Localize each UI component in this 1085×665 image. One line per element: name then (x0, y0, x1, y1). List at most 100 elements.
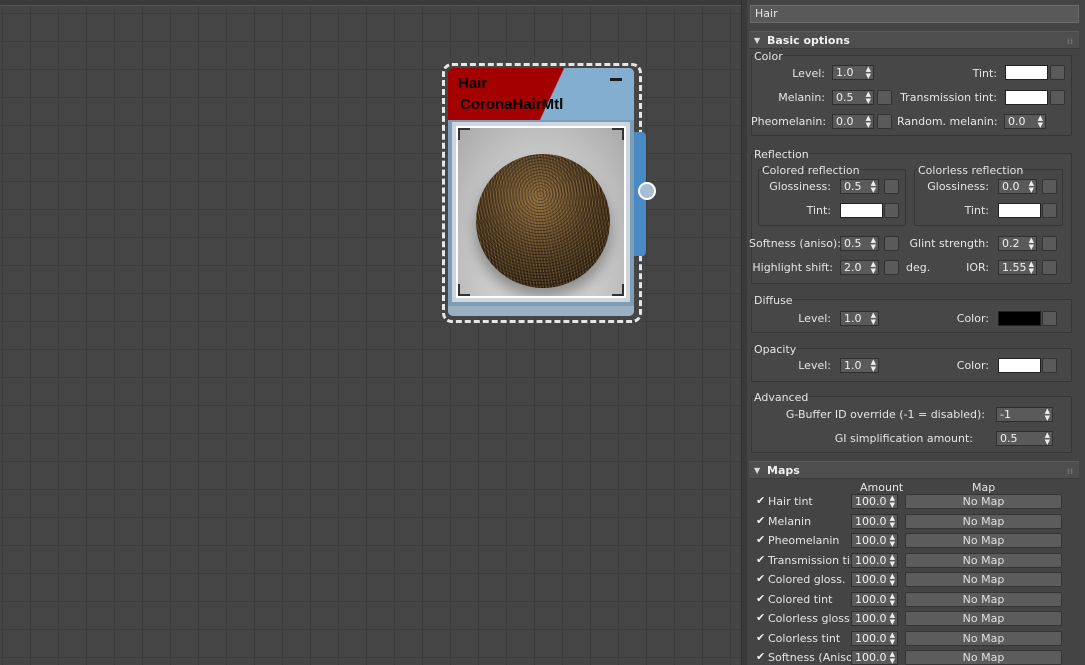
maps-rollout-header[interactable]: ▼ Maps ⁞⁞ (749, 461, 1079, 479)
map-enabled-checkbox[interactable]: ✔ (756, 632, 768, 644)
spinner-arrows-icon[interactable]: ▲ ▼ (871, 180, 876, 194)
spinner-arrows-icon[interactable]: ▲ ▼ (1045, 432, 1050, 446)
map-slot-button[interactable]: No Map (905, 650, 1062, 665)
glint-strength-spinner[interactable]: 0.2 ▲ ▼ (998, 236, 1037, 251)
spinner-arrows-icon[interactable]: ▲ ▼ (1029, 261, 1034, 275)
opacity-color-map-button[interactable] (1042, 358, 1057, 373)
map-amount-spinner[interactable]: 100.0 ▲ ▼ (851, 611, 898, 626)
spinner-arrows-icon[interactable]: ▲ ▼ (890, 573, 895, 587)
map-amount-spinner[interactable]: 100.0 ▲ ▼ (851, 592, 898, 607)
map-slot-button[interactable]: No Map (905, 572, 1062, 587)
map-amount-spinner[interactable]: 100.0 ▲ ▼ (851, 631, 898, 646)
colored-glossiness-map-button[interactable] (884, 179, 899, 194)
map-enabled-checkbox[interactable]: ✔ (756, 651, 768, 663)
spinner-arrows-icon[interactable]: ▲ ▼ (890, 612, 895, 626)
map-amount-spinner[interactable]: 100.0 ▲ ▼ (851, 494, 898, 509)
colored-glossiness-spinner[interactable]: 0.5 ▲ ▼ (840, 179, 879, 194)
spinner-arrows-icon[interactable]: ▲ ▼ (871, 312, 876, 326)
tint-map-button[interactable] (1050, 65, 1065, 80)
pheomelanin-map-button[interactable] (877, 114, 892, 129)
map-slot-button[interactable]: No Map (905, 631, 1062, 646)
ior-map-button[interactable] (1042, 260, 1057, 275)
colorless-glossiness-spinner[interactable]: 0.0 ▲ ▼ (998, 179, 1037, 194)
map-amount-spinner[interactable]: 100.0 ▲ ▼ (851, 514, 898, 529)
map-slot-button[interactable]: No Map (905, 514, 1062, 529)
map-slot-button[interactable]: No Map (905, 494, 1062, 509)
material-node[interactable]: Hair CoronaHairMtl (448, 68, 634, 316)
softness-map-button[interactable] (884, 236, 899, 251)
highlight-shift-map-button[interactable] (884, 260, 899, 275)
spinner-arrows-icon[interactable]: ▲ ▼ (1045, 408, 1050, 422)
map-amount-spinner[interactable]: 100.0 ▲ ▼ (851, 572, 898, 587)
colored-tint-map-button[interactable] (884, 203, 899, 218)
tint-swatch[interactable] (1005, 65, 1048, 80)
gbuffer-spinner[interactable]: -1 ▲ ▼ (996, 407, 1053, 422)
spinner-arrows-icon[interactable]: ▲ ▼ (890, 632, 895, 646)
spinner-arrows-icon[interactable]: ▲ ▼ (1029, 237, 1034, 251)
map-row-label: Colored gloss. (768, 573, 846, 586)
random-melanin-spinner[interactable]: 0.0 ▲ ▼ (1004, 114, 1046, 129)
spinner-arrows-icon[interactable]: ▲ ▼ (871, 359, 876, 373)
random-melanin-value: 0.0 (1008, 115, 1026, 128)
melanin-spinner[interactable]: 0.5 ▲ ▼ (832, 90, 874, 105)
spinner-arrows-icon[interactable]: ▲ ▼ (871, 261, 876, 275)
gi-simplification-spinner[interactable]: 0.5 ▲ ▼ (996, 431, 1053, 446)
map-slot-button[interactable]: No Map (905, 592, 1062, 607)
diffuse-level-spinner[interactable]: 1.0 ▲ ▼ (840, 311, 879, 326)
colorless-tint-map-button[interactable] (1042, 203, 1057, 218)
basic-options-rollout-header[interactable]: ▼ Basic options ⁞⁞ (749, 31, 1079, 49)
random-melanin-label: Random. melanin: (897, 115, 998, 128)
map-amount-value: 100.0 (855, 554, 887, 567)
map-amount-spinner[interactable]: 100.0 ▲ ▼ (851, 650, 898, 665)
glint-strength-map-button[interactable] (1042, 236, 1057, 251)
map-slot-button[interactable]: No Map (905, 553, 1062, 568)
opacity-color-swatch[interactable] (998, 358, 1041, 373)
spinner-arrows-icon[interactable]: ▲ ▼ (1029, 180, 1034, 194)
spinner-arrows-icon[interactable]: ▲ ▼ (890, 534, 895, 548)
map-enabled-checkbox[interactable]: ✔ (756, 573, 768, 585)
map-enabled-checkbox[interactable]: ✔ (756, 554, 768, 566)
spinner-arrows-icon[interactable]: ▲ ▼ (890, 515, 895, 529)
map-enabled-checkbox[interactable]: ✔ (756, 534, 768, 546)
highlight-shift-spinner[interactable]: 2.0 ▲ ▼ (840, 260, 879, 275)
map-slot-button[interactable]: No Map (905, 611, 1062, 626)
colorless-glossiness-map-button[interactable] (1042, 179, 1057, 194)
ior-spinner[interactable]: 1.55 ▲ ▼ (998, 260, 1037, 275)
diffuse-color-swatch[interactable] (998, 311, 1041, 326)
melanin-label: Melanin: (778, 91, 825, 104)
spinner-arrows-icon[interactable]: ▲ ▼ (871, 237, 876, 251)
spinner-arrows-icon[interactable]: ▲ ▼ (866, 115, 871, 129)
spinner-arrows-icon[interactable]: ▲ ▼ (1038, 115, 1043, 129)
map-slot-button[interactable]: No Map (905, 533, 1062, 548)
material-name-field[interactable]: Hair (750, 5, 1079, 23)
spinner-arrows-icon[interactable]: ▲ ▼ (890, 651, 895, 665)
softness-spinner[interactable]: 0.5 ▲ ▼ (840, 236, 879, 251)
map-enabled-checkbox[interactable]: ✔ (756, 612, 768, 624)
map-enabled-checkbox[interactable]: ✔ (756, 593, 768, 605)
level-value: 1.0 (836, 66, 854, 79)
diffuse-color-map-button[interactable] (1042, 311, 1057, 326)
node-type: CoronaHairMtl (460, 96, 564, 113)
transmission-tint-map-button[interactable] (1050, 90, 1065, 105)
node-output-socket[interactable] (638, 182, 656, 200)
map-amount-spinner[interactable]: 100.0 ▲ ▼ (851, 553, 898, 568)
node-header[interactable]: Hair CoronaHairMtl (448, 68, 634, 120)
transmission-tint-swatch[interactable] (1005, 90, 1048, 105)
spinner-arrows-icon[interactable]: ▲ ▼ (866, 66, 871, 80)
node-minimize-icon[interactable] (610, 78, 622, 81)
spinner-arrows-icon[interactable]: ▲ ▼ (890, 554, 895, 568)
colored-tint-swatch[interactable] (840, 203, 883, 218)
spinner-arrows-icon[interactable]: ▲ ▼ (866, 91, 871, 105)
map-amount-spinner[interactable]: 100.0 ▲ ▼ (851, 533, 898, 548)
opacity-level-spinner[interactable]: 1.0 ▲ ▼ (840, 358, 879, 373)
map-enabled-checkbox[interactable]: ✔ (756, 495, 768, 507)
spinner-arrows-icon[interactable]: ▲ ▼ (890, 495, 895, 509)
colorless-tint-swatch[interactable] (998, 203, 1041, 218)
melanin-map-button[interactable] (877, 90, 892, 105)
material-preview[interactable] (456, 126, 626, 298)
pheomelanin-spinner[interactable]: 0.0 ▲ ▼ (832, 114, 874, 129)
map-enabled-checkbox[interactable]: ✔ (756, 515, 768, 527)
spinner-arrows-icon[interactable]: ▲ ▼ (890, 593, 895, 607)
opacity-group-label: Opacity (754, 343, 797, 356)
level-spinner[interactable]: 1.0 ▲ ▼ (832, 65, 874, 80)
